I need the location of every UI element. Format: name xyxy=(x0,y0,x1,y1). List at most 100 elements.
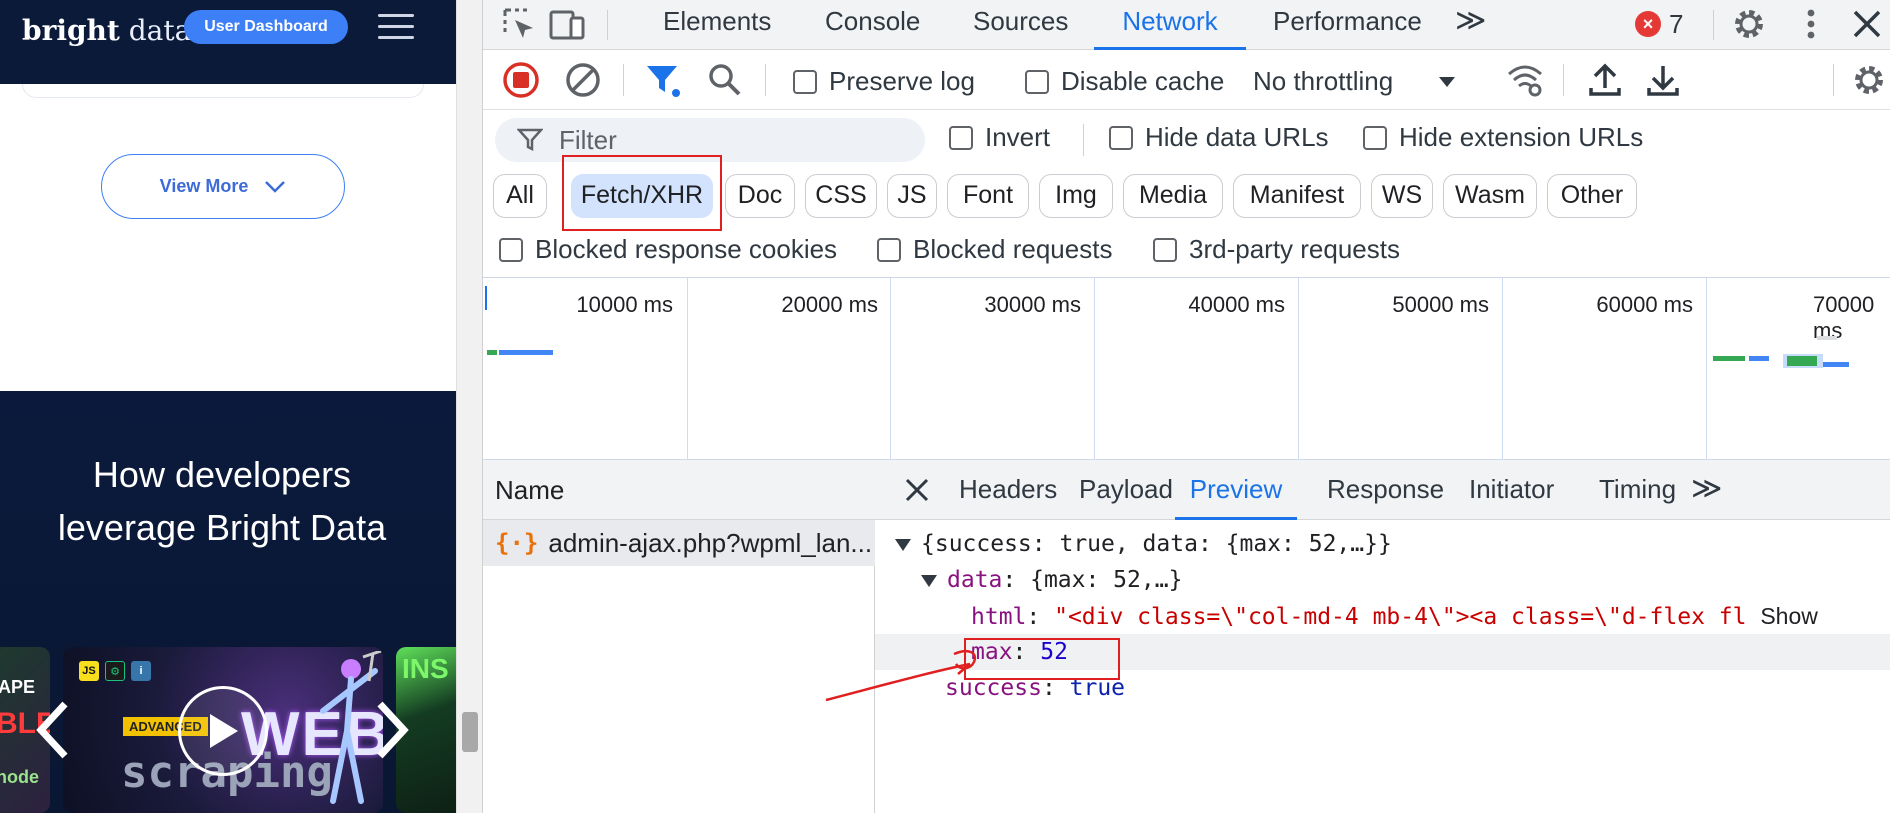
tab-response[interactable]: Response xyxy=(1327,460,1444,520)
close-devtools-icon[interactable] xyxy=(1847,4,1887,44)
third-party-label: 3rd-party requests xyxy=(1189,234,1400,264)
type-filter-css[interactable]: CSS xyxy=(805,174,877,218)
timeline-column: 10000 ms xyxy=(483,278,688,460)
network-conditions-icon[interactable] xyxy=(1505,60,1545,100)
tech-badges: JS ⚙ i xyxy=(79,661,151,681)
close-detail-icon[interactable] xyxy=(901,474,933,506)
tab-initiator[interactable]: Initiator xyxy=(1469,460,1554,520)
checkbox-box[interactable] xyxy=(1025,69,1049,94)
checkbox-box[interactable] xyxy=(793,69,817,94)
checkbox-box[interactable] xyxy=(1363,125,1387,150)
timeline-bar xyxy=(1787,356,1817,366)
more-tabs-icon[interactable]: ≫ xyxy=(1455,0,1486,50)
tab-payload[interactable]: Payload xyxy=(1079,460,1173,520)
settings-gear-icon[interactable] xyxy=(1729,4,1769,44)
clear-log-icon[interactable] xyxy=(563,60,603,100)
divider xyxy=(1833,64,1834,96)
timeline-label: 50000 ms xyxy=(1392,292,1489,317)
type-filter-manifest[interactable]: Manifest xyxy=(1233,174,1361,218)
type-filter-all[interactable]: All xyxy=(493,174,547,218)
timeline-column: 50000 ms xyxy=(1299,278,1503,460)
tab-elements[interactable]: Elements xyxy=(663,0,771,50)
blocked-filters-row: Blocked response cookies Blocked request… xyxy=(483,228,1890,278)
request-list: Name {·} admin-ajax.php?wpml_lan... xyxy=(483,460,875,813)
type-filter-ws[interactable]: WS xyxy=(1371,174,1433,218)
json-data-node[interactable]: data: {max: 52,…} xyxy=(921,562,1182,598)
tab-network[interactable]: Network xyxy=(1094,0,1246,50)
hide-extension-urls-label: Hide extension URLs xyxy=(1399,122,1644,152)
blocked-requests-checkbox[interactable]: Blocked requests xyxy=(877,234,1112,265)
blocked-cookies-checkbox[interactable]: Blocked response cookies xyxy=(499,234,837,265)
filter-funnel-icon[interactable] xyxy=(643,60,683,100)
hamburger-menu-icon[interactable] xyxy=(378,14,414,42)
type-filter-doc[interactable]: Doc xyxy=(725,174,795,218)
export-har-icon[interactable] xyxy=(1643,60,1683,100)
user-dashboard-button[interactable]: User Dashboard xyxy=(184,10,348,44)
third-party-checkbox[interactable]: 3rd-party requests xyxy=(1153,234,1400,265)
scrollbar-thumb[interactable] xyxy=(462,712,478,752)
checkbox-box[interactable] xyxy=(499,237,523,262)
show-more-link[interactable]: Show xyxy=(1760,603,1818,629)
tab-sources[interactable]: Sources xyxy=(973,0,1068,50)
timeline-column: 70000 ms xyxy=(1707,278,1890,460)
tab-timing[interactable]: Timing xyxy=(1599,460,1676,520)
divider xyxy=(1563,64,1564,96)
type-filter-img[interactable]: Img xyxy=(1039,174,1113,218)
website-scrollbar[interactable] xyxy=(456,0,482,813)
openai-badge-icon: ⚙ xyxy=(105,661,125,681)
import-har-icon[interactable] xyxy=(1585,60,1625,100)
tab-console[interactable]: Console xyxy=(825,0,920,50)
tab-performance[interactable]: Performance xyxy=(1273,0,1422,50)
preserve-log-checkbox[interactable]: Preserve log xyxy=(793,66,975,97)
device-toolbar-icon[interactable] xyxy=(547,4,587,44)
hide-data-urls-checkbox[interactable]: Hide data URLs xyxy=(1109,122,1329,153)
more-detail-tabs-icon[interactable]: ≫ xyxy=(1691,460,1722,520)
tab-preview[interactable]: Preview xyxy=(1175,460,1297,520)
checkbox-box[interactable] xyxy=(1109,125,1133,150)
stop-recording-icon[interactable] xyxy=(501,60,541,100)
network-settings-gear-icon[interactable] xyxy=(1849,60,1889,100)
json-root-node[interactable]: {success: true, data: {max: 52,…}} xyxy=(895,526,1392,562)
website-pane: bright data User Dashboard View More How… xyxy=(0,0,456,813)
divider xyxy=(607,10,608,40)
type-filter-font[interactable]: Font xyxy=(947,174,1029,218)
checkbox-box[interactable] xyxy=(877,237,901,262)
checkbox-box[interactable] xyxy=(1153,237,1177,262)
heading-line-2: leverage Bright Data xyxy=(57,507,387,548)
type-filter-js[interactable]: JS xyxy=(887,174,937,218)
play-button-icon[interactable] xyxy=(178,686,268,776)
devtools-tab-bar: Elements Console Sources Network Perform… xyxy=(483,0,1890,50)
checkbox-box[interactable] xyxy=(949,125,973,150)
type-filter-other[interactable]: Other xyxy=(1547,174,1637,218)
error-count-badge[interactable]: × 7 xyxy=(1635,6,1683,42)
timeline-label: 70000 ms xyxy=(1813,292,1875,343)
thumb-a-text-1: APE xyxy=(0,677,36,697)
timeline-column: 60000 ms xyxy=(1503,278,1707,460)
disable-cache-checkbox[interactable]: Disable cache xyxy=(1025,66,1224,97)
expand-triangle-icon[interactable] xyxy=(921,574,937,587)
request-row[interactable]: {·} admin-ajax.php?wpml_lan... xyxy=(483,520,875,566)
timeline-label: 30000 ms xyxy=(984,292,1081,317)
preserve-log-label: Preserve log xyxy=(829,66,975,96)
divider xyxy=(765,64,766,96)
type-filter-wasm[interactable]: Wasm xyxy=(1443,174,1537,218)
hide-extension-urls-checkbox[interactable]: Hide extension URLs xyxy=(1363,122,1643,153)
view-more-button[interactable]: View More xyxy=(101,154,345,219)
name-column-header[interactable]: Name xyxy=(483,460,875,520)
kebab-menu-icon[interactable] xyxy=(1791,4,1831,44)
json-root-summary: {success: true, data: {max: 52,…}} xyxy=(921,531,1392,557)
expand-triangle-icon[interactable] xyxy=(895,538,911,551)
js-badge-icon: JS xyxy=(79,661,99,681)
invert-checkbox[interactable]: Invert xyxy=(949,122,1050,153)
search-icon[interactable] xyxy=(705,60,745,100)
divider xyxy=(1713,10,1714,40)
bright-data-logo[interactable]: bright data xyxy=(22,14,191,47)
carousel-prev-arrow-icon[interactable] xyxy=(33,700,73,760)
json-html-property[interactable]: html: "<div class=\"col-md-4 mb-4\"><a c… xyxy=(971,598,1818,634)
type-filter-media[interactable]: Media xyxy=(1123,174,1223,218)
tab-headers[interactable]: Headers xyxy=(959,460,1057,520)
timeline-label: 20000 ms xyxy=(781,292,878,317)
throttling-select[interactable]: No throttling xyxy=(1253,66,1457,97)
inspect-element-icon[interactable] xyxy=(499,4,539,44)
carousel-next-arrow-icon[interactable] xyxy=(372,700,412,760)
